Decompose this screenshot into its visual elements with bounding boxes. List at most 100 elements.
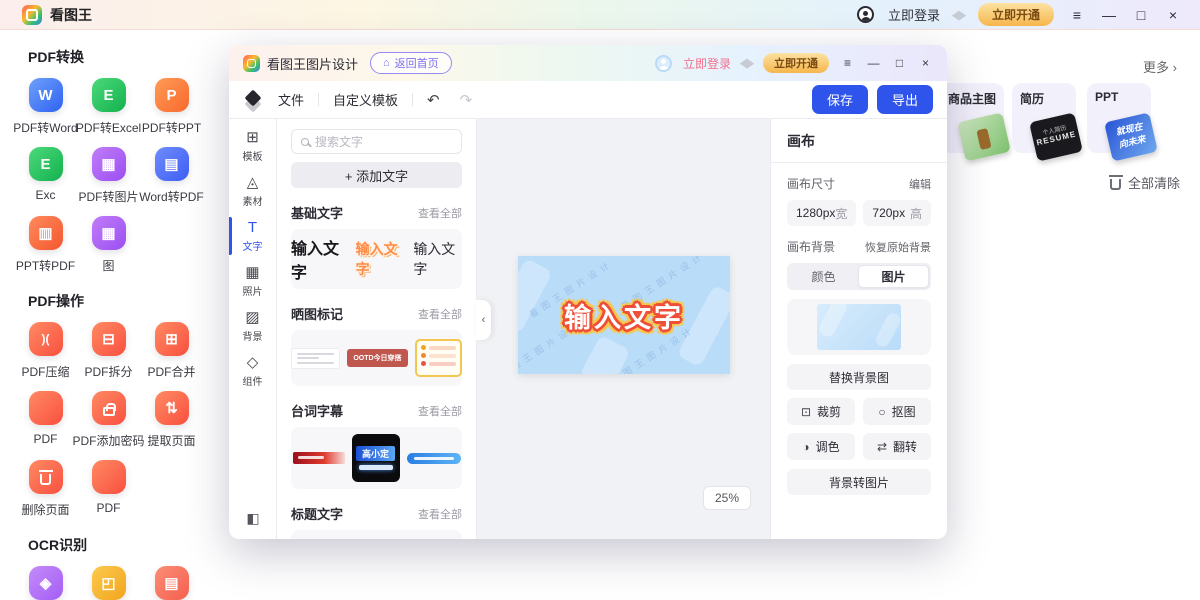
search-input[interactable] bbox=[315, 135, 452, 149]
text-sample-orange[interactable]: 输入文字 bbox=[356, 239, 405, 279]
export-button[interactable]: 导出 bbox=[877, 85, 933, 114]
menu-icon[interactable]: ≡ bbox=[840, 56, 855, 70]
height-field[interactable]: 720px 高 bbox=[863, 200, 931, 226]
excel-icon: E bbox=[92, 78, 126, 112]
rail-item-photo[interactable]: ▦ 照片 bbox=[229, 259, 276, 303]
rail-item-material[interactable]: ◬ 素材 bbox=[229, 169, 276, 213]
login-link[interactable]: 立即登录 bbox=[888, 5, 940, 24]
bg-to-image-button[interactable]: 背景转图片 bbox=[787, 469, 931, 495]
view-all-link[interactable]: 查看全部 bbox=[418, 205, 462, 221]
menu-icon[interactable]: ≡ bbox=[1068, 7, 1086, 23]
resume-thumbnail: 个人简历 RESUME bbox=[1029, 112, 1083, 161]
tool-delete-pages[interactable]: 删除页面 bbox=[14, 460, 77, 518]
edit-size-link[interactable]: 编辑 bbox=[909, 176, 931, 192]
upgrade-button[interactable]: 立即开通 bbox=[763, 53, 829, 73]
collapse-panel-button[interactable]: ‹ bbox=[476, 300, 491, 340]
adjust-color-button[interactable]: ◑ 调色 bbox=[787, 433, 855, 460]
maximize-button[interactable]: □ bbox=[892, 56, 907, 70]
canvas-text-element[interactable]: 输入文字 bbox=[518, 296, 730, 335]
save-button[interactable]: 保存 bbox=[812, 85, 868, 114]
lock-icon bbox=[92, 391, 126, 425]
view-all-link[interactable]: 查看全部 bbox=[418, 403, 462, 419]
upgrade-button[interactable]: 立即开通 bbox=[978, 3, 1054, 26]
replace-bg-button[interactable]: 替换背景图 bbox=[787, 364, 931, 390]
template-card-ppt[interactable]: PPT 就现在 向未来 bbox=[1087, 83, 1151, 153]
tool-pdf-password[interactable]: PDF添加密码 bbox=[77, 391, 140, 449]
palette-icon: ◑ bbox=[802, 440, 809, 454]
width-field[interactable]: 1280px 宽 bbox=[787, 200, 856, 226]
flip-button[interactable]: ⇄ 翻转 bbox=[863, 433, 931, 460]
canvas-bg-label: 画布背景 bbox=[787, 238, 835, 255]
tool-pdf-to-image[interactable]: ▦ PDF转图片 bbox=[77, 147, 140, 205]
text-sample-bold[interactable]: 输入文字 bbox=[291, 235, 347, 283]
bg-type-tabs: 颜色 图片 bbox=[787, 263, 931, 290]
tool-pdf-merge[interactable]: ⊞ PDF合并 bbox=[140, 322, 203, 380]
zoom-level-badge[interactable]: 25% bbox=[703, 486, 751, 510]
clear-all-button[interactable]: 全部清除 bbox=[1110, 173, 1180, 192]
tool-rail: ⊞ 模板 ◬ 素材 T 文字 ▦ 照片 ▨ 背景 bbox=[229, 119, 277, 539]
tool-extract-pages[interactable]: ⇅ 提取页面 bbox=[140, 391, 203, 449]
tab-color[interactable]: 颜色 bbox=[789, 265, 858, 288]
view-all-link[interactable]: 查看全部 bbox=[418, 306, 462, 322]
tool-pdf-to-word[interactable]: W PDF转Word bbox=[14, 78, 77, 136]
template-card-resume[interactable]: 简历 个人简历 RESUME bbox=[1012, 83, 1076, 153]
tool-pdf-clipped[interactable]: PDF bbox=[14, 391, 77, 449]
close-button[interactable]: × bbox=[1164, 7, 1182, 23]
rail-item-background[interactable]: ▨ 背景 bbox=[229, 304, 276, 348]
vip-diamond-icon[interactable]: ◆ bbox=[952, 7, 967, 23]
rail-item-template[interactable]: ⊞ 模板 bbox=[229, 124, 276, 168]
tool-pdf-clipped[interactable]: PDF bbox=[77, 460, 140, 518]
vip-diamond-icon[interactable]: ◆ bbox=[740, 55, 755, 71]
close-button[interactable]: × bbox=[918, 56, 933, 70]
panel-toggle-icon[interactable]: ◧ bbox=[229, 510, 277, 527]
back-home-button[interactable]: ⌂ 返回首页 bbox=[370, 52, 452, 74]
bg-preview-box[interactable] bbox=[787, 299, 931, 355]
restore-bg-link[interactable]: 恢复原始背景 bbox=[865, 239, 931, 255]
search-box[interactable] bbox=[291, 129, 462, 154]
template-card-goods[interactable]: 商品主图 bbox=[940, 83, 1004, 153]
minimize-button[interactable]: — bbox=[1100, 7, 1118, 23]
tool-word-to-pdf[interactable]: ▤ Word转PDF bbox=[140, 147, 203, 205]
tool-pdf-ocr[interactable]: ▤ PDF识别 bbox=[140, 566, 203, 600]
tool-excel-to-pdf[interactable]: E Exc bbox=[14, 147, 77, 205]
menu-custom-template[interactable]: 自定义模板 bbox=[319, 90, 412, 109]
layers-icon[interactable] bbox=[244, 90, 264, 110]
more-link[interactable]: 更多 › bbox=[1143, 57, 1177, 76]
note-card-sample[interactable] bbox=[291, 348, 340, 369]
black-subtitle-sample[interactable]: 高小定 bbox=[352, 434, 400, 482]
add-text-button[interactable]: + 添加文字 bbox=[291, 162, 462, 188]
ootd-badge-sample[interactable]: OOTD今日穿搭 bbox=[347, 349, 407, 367]
tool-ppt-to-pdf[interactable]: ▥ PPT转PDF bbox=[14, 216, 77, 274]
minimize-button[interactable]: — bbox=[866, 56, 881, 70]
tool-batch-ocr[interactable]: ◰ 批量识别 bbox=[77, 566, 140, 600]
undo-icon[interactable]: ↶ bbox=[413, 91, 450, 109]
trash-icon bbox=[1110, 179, 1121, 190]
menu-file[interactable]: 文件 bbox=[264, 90, 318, 109]
tool-pdf-to-ppt[interactable]: P PDF转PPT bbox=[140, 78, 203, 136]
tool-single-ocr[interactable]: ◈ 单张识别 bbox=[14, 566, 77, 600]
tool-pdf-split[interactable]: ⊟ PDF拆分 bbox=[77, 322, 140, 380]
user-avatar-icon[interactable] bbox=[655, 55, 672, 72]
user-avatar-icon[interactable] bbox=[857, 6, 874, 23]
login-link[interactable]: 立即登录 bbox=[683, 55, 731, 72]
section-title: OCR识别 bbox=[28, 535, 260, 555]
rail-item-text[interactable]: T 文字 bbox=[229, 214, 276, 258]
redo-icon[interactable]: ↷ bbox=[450, 91, 483, 109]
design-canvas[interactable]: 看图王图片设计 看图王图片设计 看图王图片设计 看图王图片设计 输入文字 bbox=[518, 256, 730, 374]
maximize-button[interactable]: □ bbox=[1132, 7, 1150, 23]
list-card-sample[interactable] bbox=[415, 339, 462, 377]
extract-icon: ⇅ bbox=[155, 391, 189, 425]
view-all-link[interactable]: 查看全部 bbox=[418, 506, 462, 522]
tool-pdf-to-excel[interactable]: E PDF转Excel bbox=[77, 78, 140, 136]
text-sample-regular[interactable]: 输入文字 bbox=[413, 239, 462, 279]
tab-image[interactable]: 图片 bbox=[858, 265, 929, 288]
crop-button[interactable]: ⊡ 裁剪 bbox=[787, 398, 855, 425]
blue-banner-sample[interactable] bbox=[407, 453, 461, 464]
tool-image-clipped[interactable]: ▦ 图 bbox=[77, 216, 140, 274]
cutout-button[interactable]: ○ 抠图 bbox=[863, 398, 931, 425]
pdf-icon bbox=[92, 460, 126, 494]
rail-item-component[interactable]: ◇ 组件 bbox=[229, 349, 276, 393]
tool-pdf-compress[interactable]: )( PDF压缩 bbox=[14, 322, 77, 380]
design-logo-icon bbox=[243, 55, 260, 72]
red-banner-sample[interactable] bbox=[293, 452, 345, 464]
